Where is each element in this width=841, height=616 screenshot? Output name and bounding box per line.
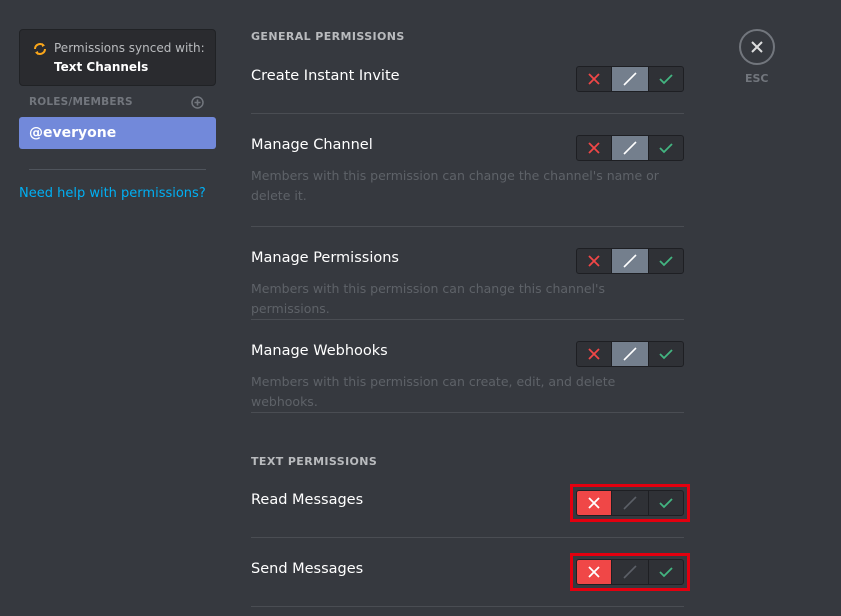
permission-name: Manage Webhooks: [251, 343, 388, 359]
slash-icon: [623, 347, 637, 361]
x-icon: [588, 566, 600, 578]
sync-notice-channel: Text Channels: [54, 60, 149, 74]
permission-name: Read Messages: [251, 492, 364, 508]
slash-icon: [623, 72, 637, 86]
close-button[interactable]: [739, 29, 775, 65]
permission-name: Manage Channel: [251, 137, 373, 153]
permission-description: Members with this permission can change …: [251, 168, 659, 203]
permission-toggle: [576, 341, 684, 367]
permission-toggle: [576, 490, 684, 516]
sync-notice-text: Permissions synced with:: [54, 41, 205, 55]
x-icon: [588, 497, 600, 509]
inherit-button[interactable]: [612, 67, 649, 91]
slash-icon: [623, 254, 637, 268]
permission-toggle: [576, 135, 684, 161]
permission-name: Manage Permissions: [251, 250, 399, 266]
row-divider: [251, 537, 684, 538]
allow-button[interactable]: [649, 560, 683, 584]
esc-label: ESC: [745, 72, 769, 85]
allow-button[interactable]: [649, 342, 683, 366]
check-icon: [659, 498, 673, 509]
row-divider: [251, 319, 684, 320]
check-icon: [659, 74, 673, 85]
allow-button[interactable]: [649, 136, 683, 160]
permission-description: Members with this permission can change …: [251, 281, 606, 316]
deny-button[interactable]: [577, 342, 613, 366]
slash-icon: [623, 496, 637, 510]
sidebar-divider: [29, 169, 206, 170]
sync-icon: [34, 43, 46, 55]
inherit-button[interactable]: [612, 136, 649, 160]
allow-button[interactable]: [649, 491, 683, 515]
inherit-button[interactable]: [612, 560, 649, 584]
close-icon: [751, 41, 763, 53]
check-icon: [659, 256, 673, 267]
x-icon: [588, 348, 600, 360]
x-icon: [588, 73, 600, 85]
roles-members-header: ROLES/MEMBERS: [29, 96, 133, 108]
deny-button[interactable]: [577, 249, 613, 273]
x-icon: [588, 255, 600, 267]
check-icon: [659, 567, 673, 578]
permission-toggle: [576, 66, 684, 92]
deny-button[interactable]: [577, 560, 613, 584]
permission-name: Create Instant Invite: [251, 68, 400, 84]
inherit-button[interactable]: [612, 491, 649, 515]
row-divider: [251, 113, 684, 114]
sidebar: Permissions synced with: Text Channels R…: [0, 0, 230, 616]
row-divider: [251, 412, 684, 413]
inherit-button[interactable]: [612, 342, 649, 366]
section-title-general: GENERAL PERMISSIONS: [251, 30, 405, 43]
permission-description: Members with this permission can create,…: [251, 374, 616, 409]
plus-circle-icon[interactable]: [191, 96, 204, 109]
permission-toggle: [576, 559, 684, 585]
check-icon: [659, 143, 673, 154]
help-permissions-link[interactable]: Need help with permissions?: [19, 186, 206, 201]
check-icon: [659, 349, 673, 360]
permission-toggle: [576, 248, 684, 274]
x-icon: [588, 142, 600, 154]
deny-button[interactable]: [577, 67, 613, 91]
row-divider: [251, 606, 684, 607]
section-title-text: TEXT PERMISSIONS: [251, 455, 378, 468]
sync-notice: Permissions synced with: Text Channels: [19, 29, 216, 86]
allow-button[interactable]: [649, 249, 683, 273]
allow-button[interactable]: [649, 67, 683, 91]
deny-button[interactable]: [577, 136, 613, 160]
permission-name: Send Messages: [251, 561, 364, 577]
inherit-button[interactable]: [612, 249, 649, 273]
slash-icon: [623, 565, 637, 579]
deny-button[interactable]: [577, 491, 613, 515]
row-divider: [251, 226, 684, 227]
slash-icon: [623, 141, 637, 155]
role-item-everyone[interactable]: @everyone: [19, 117, 216, 149]
